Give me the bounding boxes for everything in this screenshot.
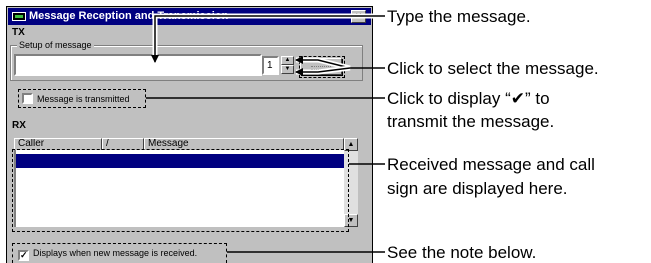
new-message-checkbox-highlight xyxy=(12,243,227,263)
spin-down-button[interactable]: ▼ xyxy=(281,65,294,74)
callout-display-check-line2: transmit the message. xyxy=(387,112,555,131)
message-input[interactable] xyxy=(14,54,262,76)
callout-display-check-line1: Click to display “✔” to xyxy=(387,89,550,108)
spin-up-button[interactable]: ▲ xyxy=(281,56,294,65)
title-bar[interactable]: Message Reception and Transmission × xyxy=(8,8,371,25)
transmitted-checkbox-highlight xyxy=(18,89,146,108)
setup-of-message-label: Setup of message xyxy=(17,39,94,51)
tx-section-label: TX xyxy=(12,27,25,38)
callout-see-note: See the note below. xyxy=(387,243,537,262)
close-button[interactable]: × xyxy=(351,10,366,23)
rx-section-label: RX xyxy=(12,120,26,131)
callout-select-message: Click to select the message. xyxy=(387,59,599,78)
callout-type-message: Type the message. xyxy=(387,7,531,26)
select-message-highlight xyxy=(299,56,345,78)
callout-received-line2: sign are displayed here. xyxy=(387,179,568,198)
message-number-spinner: ▲ ▼ xyxy=(281,56,294,75)
received-list-highlight xyxy=(12,149,349,232)
window-title: Message Reception and Transmission xyxy=(29,10,229,22)
callout-received-line1: Received message and call xyxy=(387,155,595,174)
message-number-field[interactable]: 1 xyxy=(262,56,279,75)
app-icon xyxy=(12,12,26,21)
